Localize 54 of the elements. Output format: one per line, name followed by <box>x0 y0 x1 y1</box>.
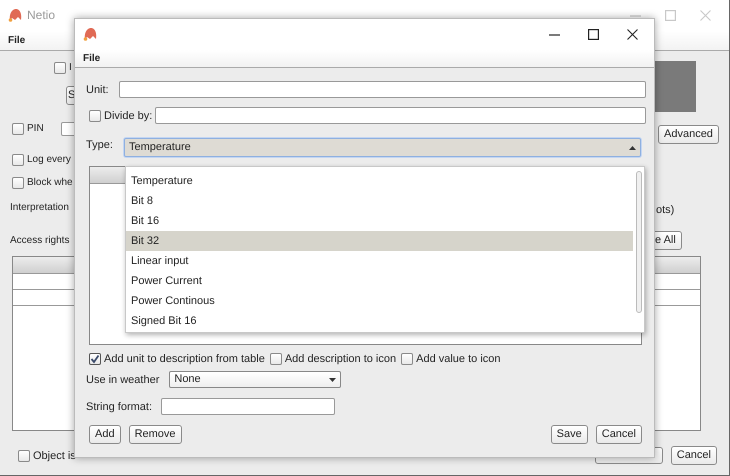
label: Access rights <box>10 234 70 248</box>
color-swatch <box>654 61 696 112</box>
caret-icon <box>329 378 336 382</box>
checkbox-label: Add description to icon <box>284 352 396 366</box>
button[interactable]: Add <box>89 425 121 444</box>
dropdown-option[interactable]: Bit 8 <box>126 191 633 211</box>
checkbox[interactable] <box>270 353 282 365</box>
button[interactable]: Cancel <box>596 425 642 444</box>
checkbox-label: Block whe <box>27 176 73 190</box>
checkbox[interactable] <box>12 154 24 166</box>
label: ots) <box>656 203 674 217</box>
caret-icon <box>629 146 636 150</box>
type-dropdown[interactable]: Temperature <box>124 138 641 157</box>
field-label: Type: <box>86 138 113 152</box>
checkbox[interactable] <box>401 353 414 365</box>
label: Interpretation <box>10 201 69 215</box>
window-title: Netio <box>27 7 56 24</box>
maximize-icon[interactable] <box>588 28 599 40</box>
field-label: String format: <box>86 400 152 414</box>
checkbox-label: I <box>69 61 72 75</box>
scrollbar[interactable] <box>636 171 642 313</box>
checkbox[interactable] <box>12 177 24 189</box>
menu-item[interactable]: File <box>8 32 26 48</box>
app-logo-icon <box>83 27 97 41</box>
checkbox-label: Log every <box>27 153 71 167</box>
checkbox[interactable] <box>12 123 24 135</box>
weather-dropdown[interactable]: None <box>169 371 342 388</box>
field-label: Use in weather <box>86 372 160 386</box>
dropdown-option[interactable]: Signed Bit 16 <box>126 311 633 331</box>
dropdown-option[interactable]: Power Continous <box>126 291 633 311</box>
app-logo-icon <box>8 8 22 22</box>
dropdown-option[interactable]: Linear input <box>126 251 633 271</box>
string-format-field[interactable] <box>160 398 335 415</box>
checkbox-label: Add value to icon <box>416 352 500 366</box>
button[interactable]: Save <box>550 425 588 444</box>
divide-by-field[interactable] <box>155 107 646 124</box>
dropdown-option[interactable]: Temperature <box>126 171 633 191</box>
dropdown-option[interactable]: Power Current <box>126 271 633 291</box>
field-label: Unit: <box>86 82 109 96</box>
checkbox[interactable] <box>54 62 66 74</box>
button[interactable]: Remove <box>128 425 182 444</box>
unit-field[interactable] <box>119 81 646 98</box>
close-icon[interactable] <box>627 28 638 40</box>
button[interactable]: Advanced <box>658 125 719 144</box>
menu-item[interactable]: File <box>83 50 100 66</box>
checkbox-label: Divide by: <box>104 108 152 122</box>
cancel-button[interactable]: Cancel <box>670 446 717 465</box>
checkbox[interactable] <box>89 353 101 365</box>
dropdown-option[interactable]: Bit 32 <box>126 231 633 251</box>
dropdown-option[interactable]: Bit 16 <box>126 211 633 231</box>
checkbox[interactable] <box>89 110 101 122</box>
checkbox-label: Add unit to description from table <box>104 352 265 366</box>
checkbox-label: PIN <box>27 122 44 136</box>
checkbox[interactable] <box>18 450 30 462</box>
